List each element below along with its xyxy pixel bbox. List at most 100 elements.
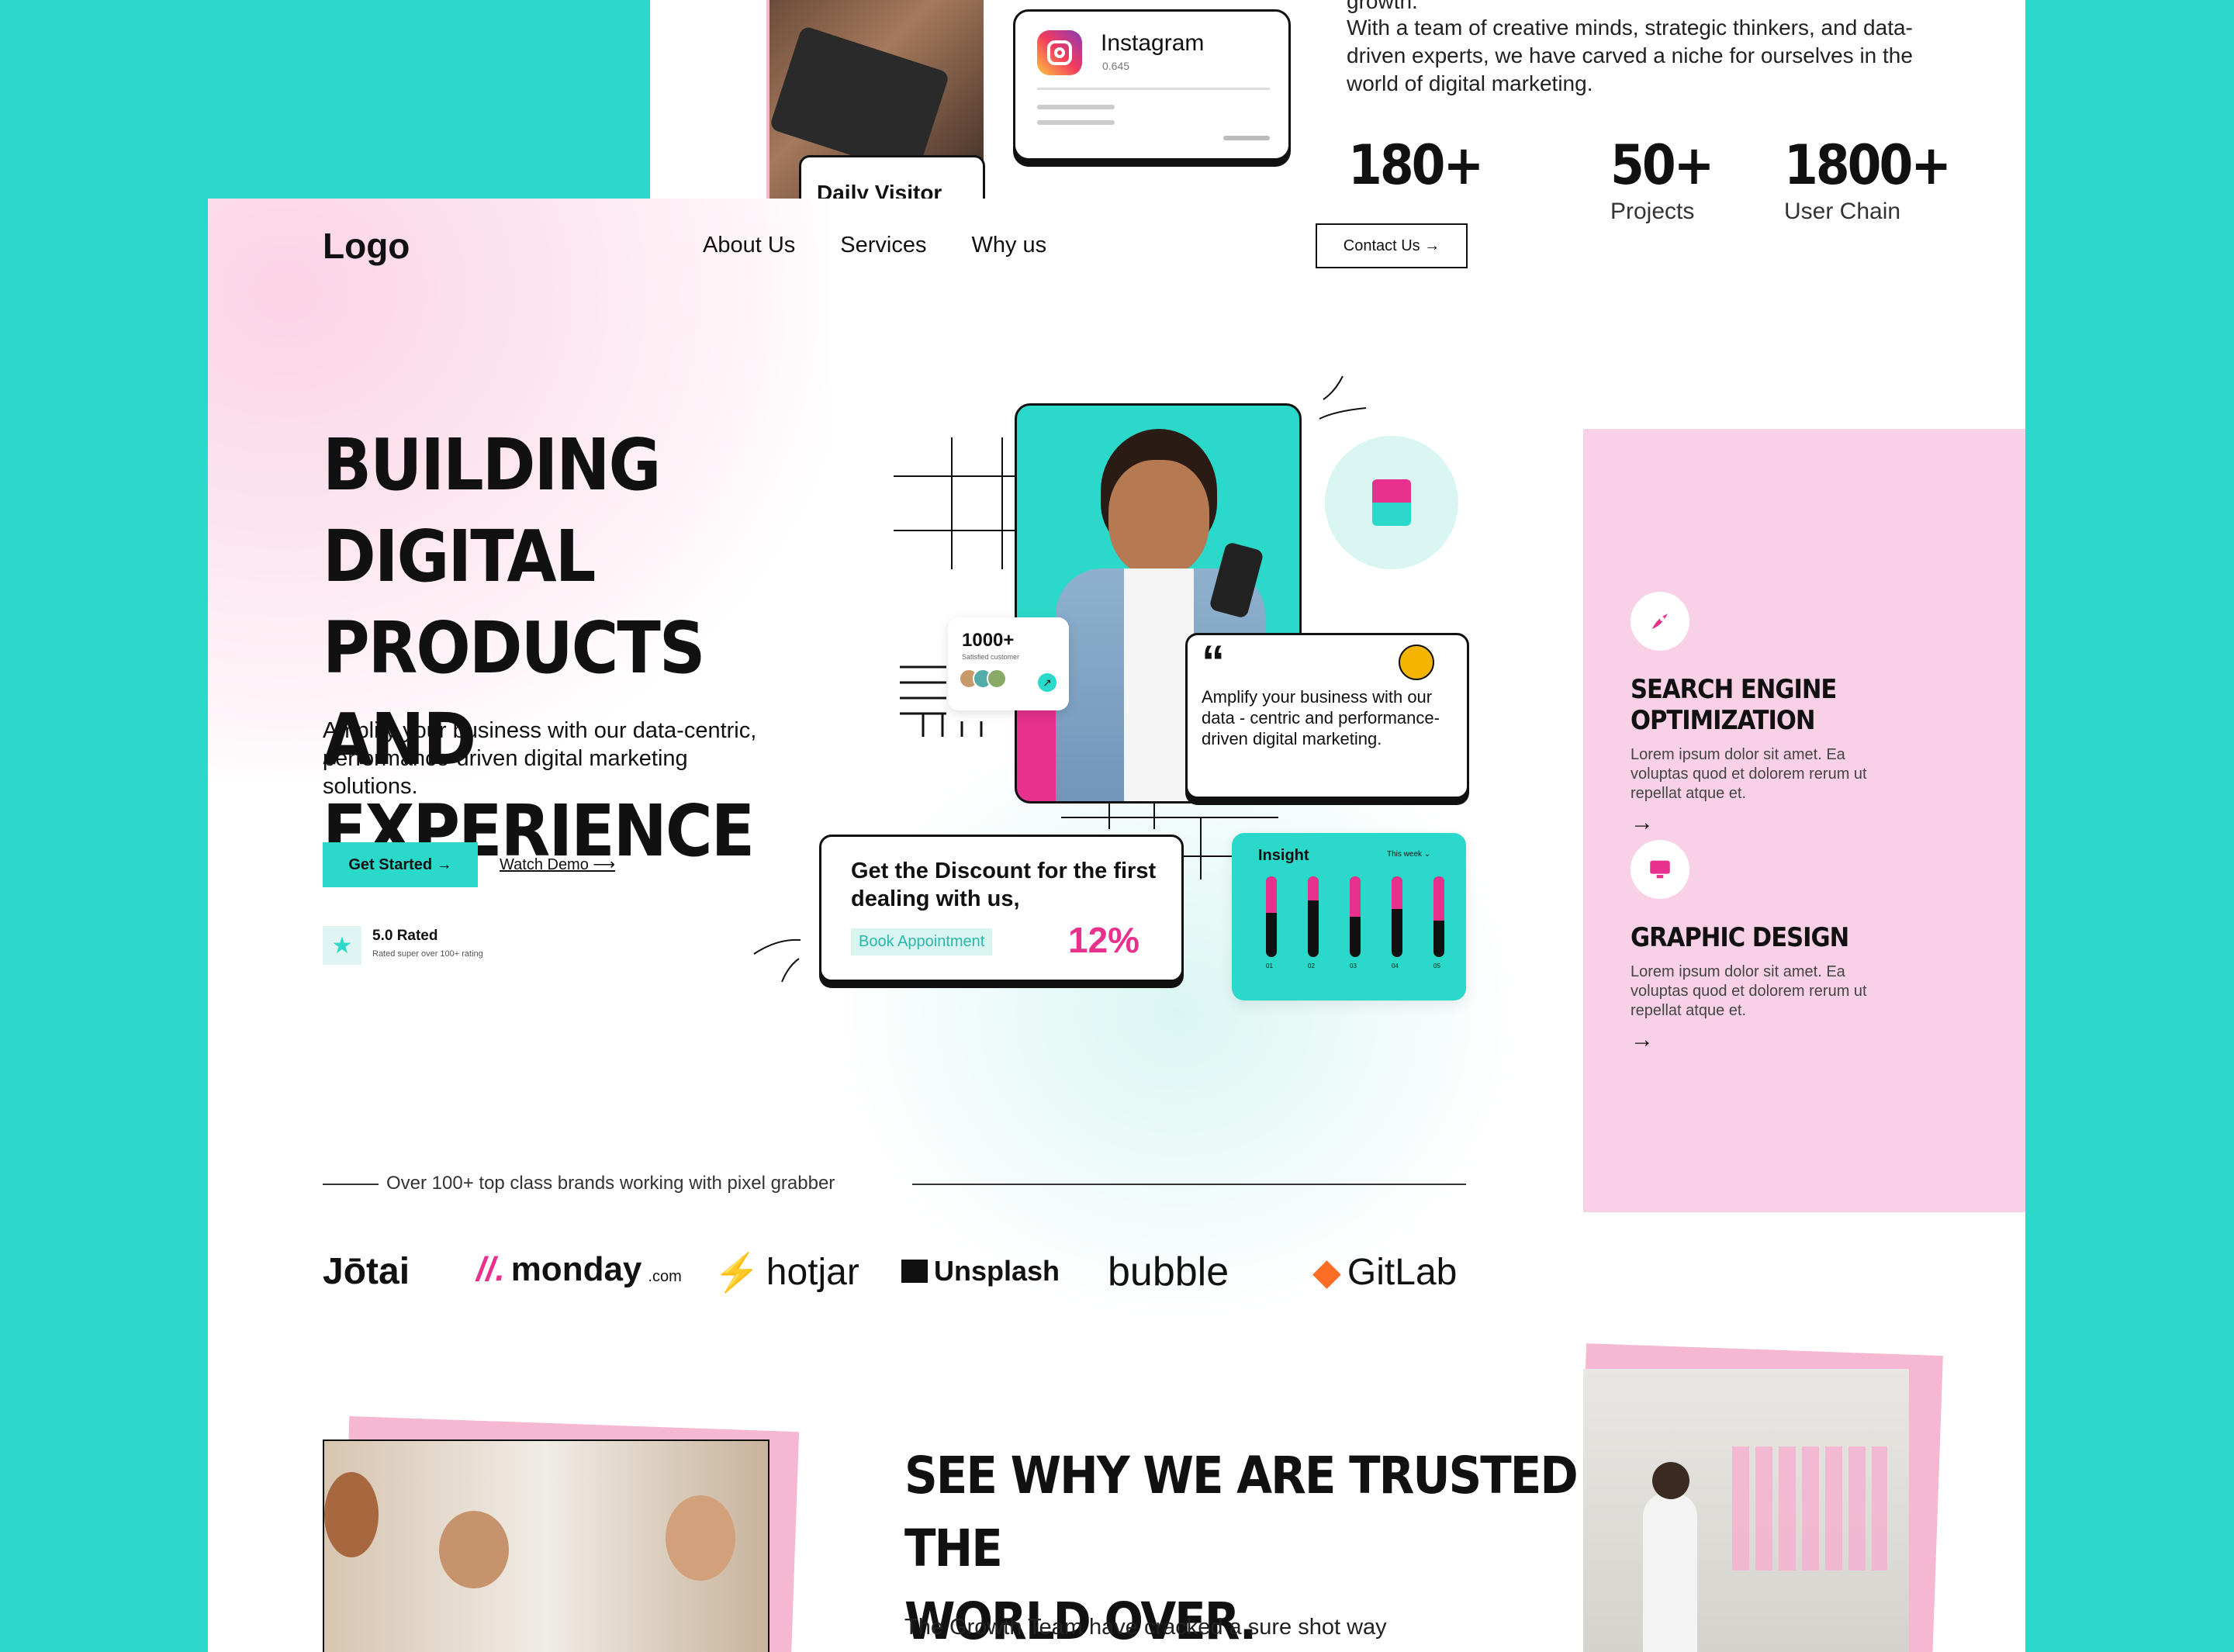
- quote-avatar: [1399, 645, 1434, 680]
- book-appointment-button[interactable]: Book Appointment: [851, 928, 993, 956]
- main-nav: About Us Services Why us: [703, 233, 1046, 258]
- placeholder-line: [1037, 105, 1115, 109]
- service-graphic-design: GRAPHIC DESIGN Lorem ipsum dolor sit ame…: [1631, 840, 1886, 1053]
- brands-divider-right: [912, 1184, 1466, 1185]
- hero-title: BUILDING DIGITAL PRODUCTS AND EXPERIENCE: [323, 420, 835, 877]
- whiteboard-photo: [1581, 1369, 1909, 1652]
- trusted-text: The Growth Team have cracked a sure shot…: [904, 1615, 1387, 1640]
- hero-subtitle: Amplify your business with our data-cent…: [323, 718, 757, 799]
- sparkle-decoration: [1319, 375, 1367, 420]
- stat-number: 180+: [1348, 133, 1484, 197]
- stat-1: 180+: [1348, 133, 1484, 197]
- avatar: [987, 669, 1007, 689]
- nav-why[interactable]: Why us: [972, 233, 1047, 258]
- quote-card: “ Amplify your business with our data - …: [1185, 633, 1469, 799]
- services-panel: SEARCH ENGINE OPTIMIZATION Lorem ipsum d…: [1581, 429, 2025, 1212]
- about-text-top: growth.: [1347, 0, 1418, 13]
- brand-mark-icon: [1372, 479, 1411, 526]
- insight-bar-label: 02: [1308, 963, 1315, 969]
- insight-bar-label: 04: [1392, 963, 1399, 969]
- instagram-sub: 0.645: [1102, 60, 1130, 72]
- service-seo: SEARCH ENGINE OPTIMIZATION Lorem ipsum d…: [1631, 592, 2025, 836]
- brands-divider-left: [323, 1184, 379, 1185]
- discount-card: Get the Discount for the first dealing w…: [819, 835, 1184, 982]
- insight-title: Insight: [1258, 847, 1309, 864]
- monitor-icon: [1631, 840, 1689, 899]
- quote-text: Amplify your business with our data - ce…: [1202, 687, 1440, 748]
- about-text: With a team of creative minds, strategic…: [1347, 16, 1913, 95]
- nav-services[interactable]: Services: [840, 233, 926, 258]
- insight-bar: [1266, 876, 1277, 957]
- insight-bar: [1392, 876, 1402, 957]
- insight-bar: [1308, 876, 1319, 957]
- watch-demo-link[interactable]: Watch Demo ⟶: [500, 855, 615, 874]
- contact-us-button[interactable]: Contact Us →: [1316, 223, 1468, 268]
- insight-bar-label: 05: [1433, 963, 1440, 969]
- arrow-up-right-icon[interactable]: ↗: [1038, 673, 1056, 692]
- brand-hotjar: ⚡ hotjar: [714, 1250, 859, 1294]
- badge-circle: [1325, 436, 1458, 569]
- stat-label: Projects: [1610, 199, 1695, 224]
- stat-number: 50+: [1610, 133, 1714, 197]
- unsplash-logo-icon: [901, 1260, 928, 1283]
- placeholder-line: [1223, 136, 1270, 140]
- trusted-title-line: SEE WHY WE ARE TRUSTED THE: [904, 1446, 1579, 1578]
- brand-bubble: bubble: [1108, 1249, 1229, 1295]
- users-count: 1000+: [962, 630, 1015, 651]
- users-card: 1000+ Satisfied customer ↗: [948, 617, 1069, 710]
- service-title: SEARCH ENGINE OPTIMIZATION: [1631, 674, 1837, 736]
- brand-monday: //. monday .com: [476, 1250, 682, 1289]
- brands-heading: Over 100+ top class brands working with …: [386, 1173, 835, 1194]
- instagram-card: Instagram 0.645: [1013, 9, 1291, 161]
- avatar-group: [959, 669, 1007, 689]
- instagram-title: Instagram: [1101, 30, 1205, 56]
- brand-suffix: .com: [648, 1267, 682, 1285]
- insight-bar-label: 03: [1350, 963, 1357, 969]
- brand-name: hotjar: [766, 1252, 859, 1293]
- service-arrow[interactable]: →: [1631, 810, 2025, 836]
- insight-bar-label: 01: [1266, 963, 1273, 969]
- hotjar-logo-icon: ⚡: [714, 1253, 760, 1294]
- divider: [1037, 88, 1270, 90]
- service-title: GRAPHIC DESIGN: [1631, 922, 1849, 953]
- brand-name: Jōtai: [323, 1251, 410, 1292]
- team-photo: [323, 1439, 769, 1652]
- discount-title: Get the Discount for the first dealing w…: [851, 859, 1157, 911]
- stat-label: User Chain: [1784, 199, 1901, 224]
- service-desc: Lorem ipsum dolor sit amet. Ea voluptas …: [1631, 746, 1867, 802]
- brand-name: monday: [510, 1250, 642, 1288]
- stat-number: 1800+: [1784, 133, 1952, 197]
- rating-label: 5.0 Rated: [372, 928, 438, 944]
- rating-sub: Rated super over 100+ rating: [372, 949, 483, 959]
- insight-bar: [1350, 876, 1361, 957]
- brand-name: bubble: [1108, 1249, 1229, 1294]
- monday-logo-icon: //.: [476, 1250, 505, 1288]
- stat-2: 50+ Projects: [1610, 133, 1714, 225]
- insight-bar: [1433, 876, 1444, 957]
- get-started-button[interactable]: Get Started →: [323, 842, 478, 887]
- brand-jotai: Jōtai: [323, 1250, 410, 1293]
- stat-3: 1800+ User Chain: [1784, 133, 1952, 225]
- front-page-preview: Logo About Us Services Why us Contact Us…: [208, 199, 1583, 1652]
- placeholder-line: [1037, 120, 1115, 125]
- nav-about[interactable]: About Us: [703, 233, 795, 258]
- quote-mark-icon: “: [1202, 636, 1225, 688]
- logo[interactable]: Logo: [323, 225, 410, 267]
- hero-title-line: BUILDING DIGITAL: [323, 423, 661, 598]
- swoosh-decoration: [753, 938, 801, 983]
- users-sub: Satisfied customer: [962, 653, 1020, 661]
- insight-period-dropdown[interactable]: This week ⌄: [1387, 850, 1430, 859]
- rocket-icon: [1631, 592, 1689, 651]
- insight-card: Insight This week ⌄ 01 02 03 04 05: [1232, 833, 1466, 1001]
- brand-name: GitLab: [1347, 1251, 1458, 1293]
- rating-star-icon: ★: [323, 926, 361, 965]
- brand-unsplash: Unsplash: [901, 1255, 1060, 1287]
- service-arrow[interactable]: →: [1631, 1027, 1886, 1053]
- insight-bars: 01 02 03 04 05: [1255, 876, 1449, 969]
- instagram-icon: [1037, 30, 1082, 75]
- service-desc: Lorem ipsum dolor sit amet. Ea voluptas …: [1631, 963, 1867, 1019]
- gitlab-logo-icon: ◆: [1312, 1252, 1341, 1293]
- brand-gitlab: ◆ GitLab: [1312, 1250, 1457, 1294]
- brand-name: Unsplash: [934, 1255, 1060, 1287]
- discount-percent: 12%: [1068, 920, 1140, 960]
